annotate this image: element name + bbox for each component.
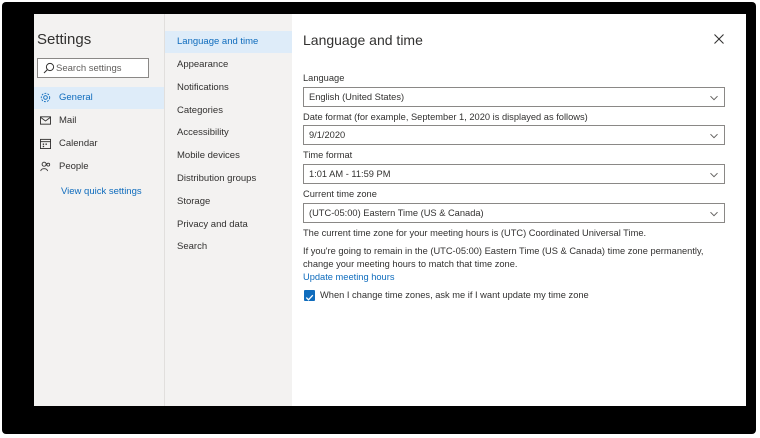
general-subnav: Language and time Appearance Notificatio… (164, 14, 292, 406)
language-select[interactable]: English (United States) (303, 87, 725, 107)
chevron-down-icon (710, 133, 718, 139)
time-zone-prompt-checkbox[interactable] (304, 290, 315, 301)
nav-item-general[interactable]: General (34, 87, 164, 109)
meeting-hours-advice: If you're going to remain in the (UTC-05… (303, 246, 704, 269)
chevron-down-icon (710, 95, 718, 101)
subnav-item-search[interactable]: Search (165, 236, 292, 258)
subnav-item-label: Accessibility (177, 127, 229, 138)
subnav-item-notifications[interactable]: Notifications (165, 77, 292, 99)
subnav-item-categories[interactable]: Categories (165, 100, 292, 122)
subnav-item-label: Storage (177, 196, 211, 207)
nav-item-people[interactable]: People (34, 156, 164, 178)
gear-icon (40, 92, 51, 103)
page-title: Language and time (303, 32, 423, 48)
content-pane: Language and time Language English (Unit… (292, 14, 746, 406)
subnav-item-appearance[interactable]: Appearance (165, 54, 292, 76)
time-format-value: 1:01 AM - 11:59 PM (309, 169, 391, 179)
chevron-down-icon (710, 211, 718, 217)
subnav-item-label: Appearance (177, 59, 229, 70)
settings-title: Settings (37, 31, 92, 48)
time-zone-label: Current time zone (303, 189, 377, 199)
calendar-icon (40, 138, 51, 149)
people-icon (40, 161, 51, 172)
subnav-item-mobile-devices[interactable]: Mobile devices (165, 145, 292, 167)
language-value: English (United States) (309, 92, 405, 102)
nav-item-mail[interactable]: Mail (34, 110, 164, 132)
search-icon (43, 62, 55, 74)
settings-nav: Settings General (34, 14, 164, 406)
subnav-item-label: Mobile devices (177, 150, 240, 161)
subnav-item-label: Distribution groups (177, 173, 257, 184)
mail-icon (40, 116, 51, 125)
subnav-item-label: Notifications (177, 82, 229, 93)
subnav-item-label: Categories (177, 105, 223, 116)
window-frame: Settings General (2, 2, 756, 434)
search-input[interactable] (56, 61, 146, 75)
subnav-item-label: Language and time (177, 36, 259, 47)
meeting-hours-info: The current time zone for your meeting h… (303, 228, 647, 238)
date-format-label: Date format (for example, September 1, 2… (303, 112, 588, 122)
date-format-value: 9/1/2020 (309, 130, 346, 140)
nav-item-label: People (59, 161, 89, 172)
language-label: Language (303, 73, 345, 83)
subnav-item-storage[interactable]: Storage (165, 191, 292, 213)
checkmark-icon (305, 294, 314, 301)
subnav-item-privacy-and-data[interactable]: Privacy and data (165, 214, 292, 236)
search-box[interactable] (37, 58, 149, 78)
time-zone-select[interactable]: (UTC-05:00) Eastern Time (US & Canada) (303, 203, 725, 223)
nav-item-label: Mail (59, 115, 77, 126)
close-icon[interactable] (713, 33, 725, 45)
subnav-item-label: Privacy and data (177, 219, 248, 230)
update-meeting-hours-link[interactable]: Update meeting hours (303, 272, 394, 282)
chevron-down-icon (710, 172, 718, 178)
nav-item-label: General (59, 92, 93, 103)
subnav-item-accessibility[interactable]: Accessibility (165, 122, 292, 144)
subnav-item-language-and-time[interactable]: Language and time (165, 31, 292, 53)
time-format-label: Time format (303, 150, 353, 160)
time-zone-prompt-label: When I change time zones, ask me if I wa… (320, 290, 589, 300)
time-format-select[interactable]: 1:01 AM - 11:59 PM (303, 164, 725, 184)
nav-item-calendar[interactable]: Calendar (34, 133, 164, 155)
view-quick-settings-link[interactable]: View quick settings (61, 186, 142, 197)
time-zone-value: (UTC-05:00) Eastern Time (US & Canada) (309, 208, 484, 218)
subnav-item-label: Search (177, 241, 208, 252)
subnav-item-distribution-groups[interactable]: Distribution groups (165, 168, 292, 190)
settings-window: Settings General (34, 14, 746, 406)
nav-item-label: Calendar (59, 138, 98, 149)
date-format-select[interactable]: 9/1/2020 (303, 125, 725, 145)
